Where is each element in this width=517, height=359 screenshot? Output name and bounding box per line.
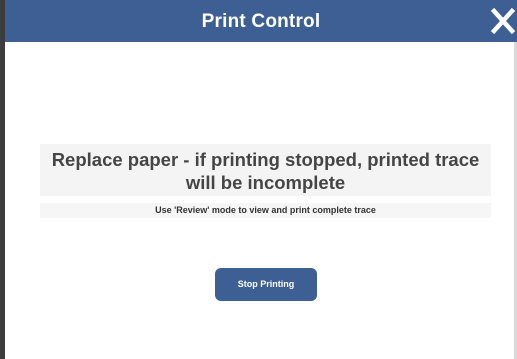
title-bar: Print Control bbox=[5, 0, 517, 42]
warning-message: Replace paper - if printing stopped, pri… bbox=[51, 149, 480, 193]
hint-text: Use 'Review' mode to view and print comp… bbox=[155, 205, 376, 215]
stop-printing-button[interactable]: Stop Printing bbox=[215, 268, 317, 301]
print-control-dialog: Print Control Replace paper - if printin… bbox=[0, 0, 517, 359]
dialog-title: Print Control bbox=[201, 11, 321, 32]
left-edge bbox=[0, 0, 5, 359]
close-icon bbox=[490, 7, 516, 35]
close-button[interactable] bbox=[489, 6, 517, 36]
